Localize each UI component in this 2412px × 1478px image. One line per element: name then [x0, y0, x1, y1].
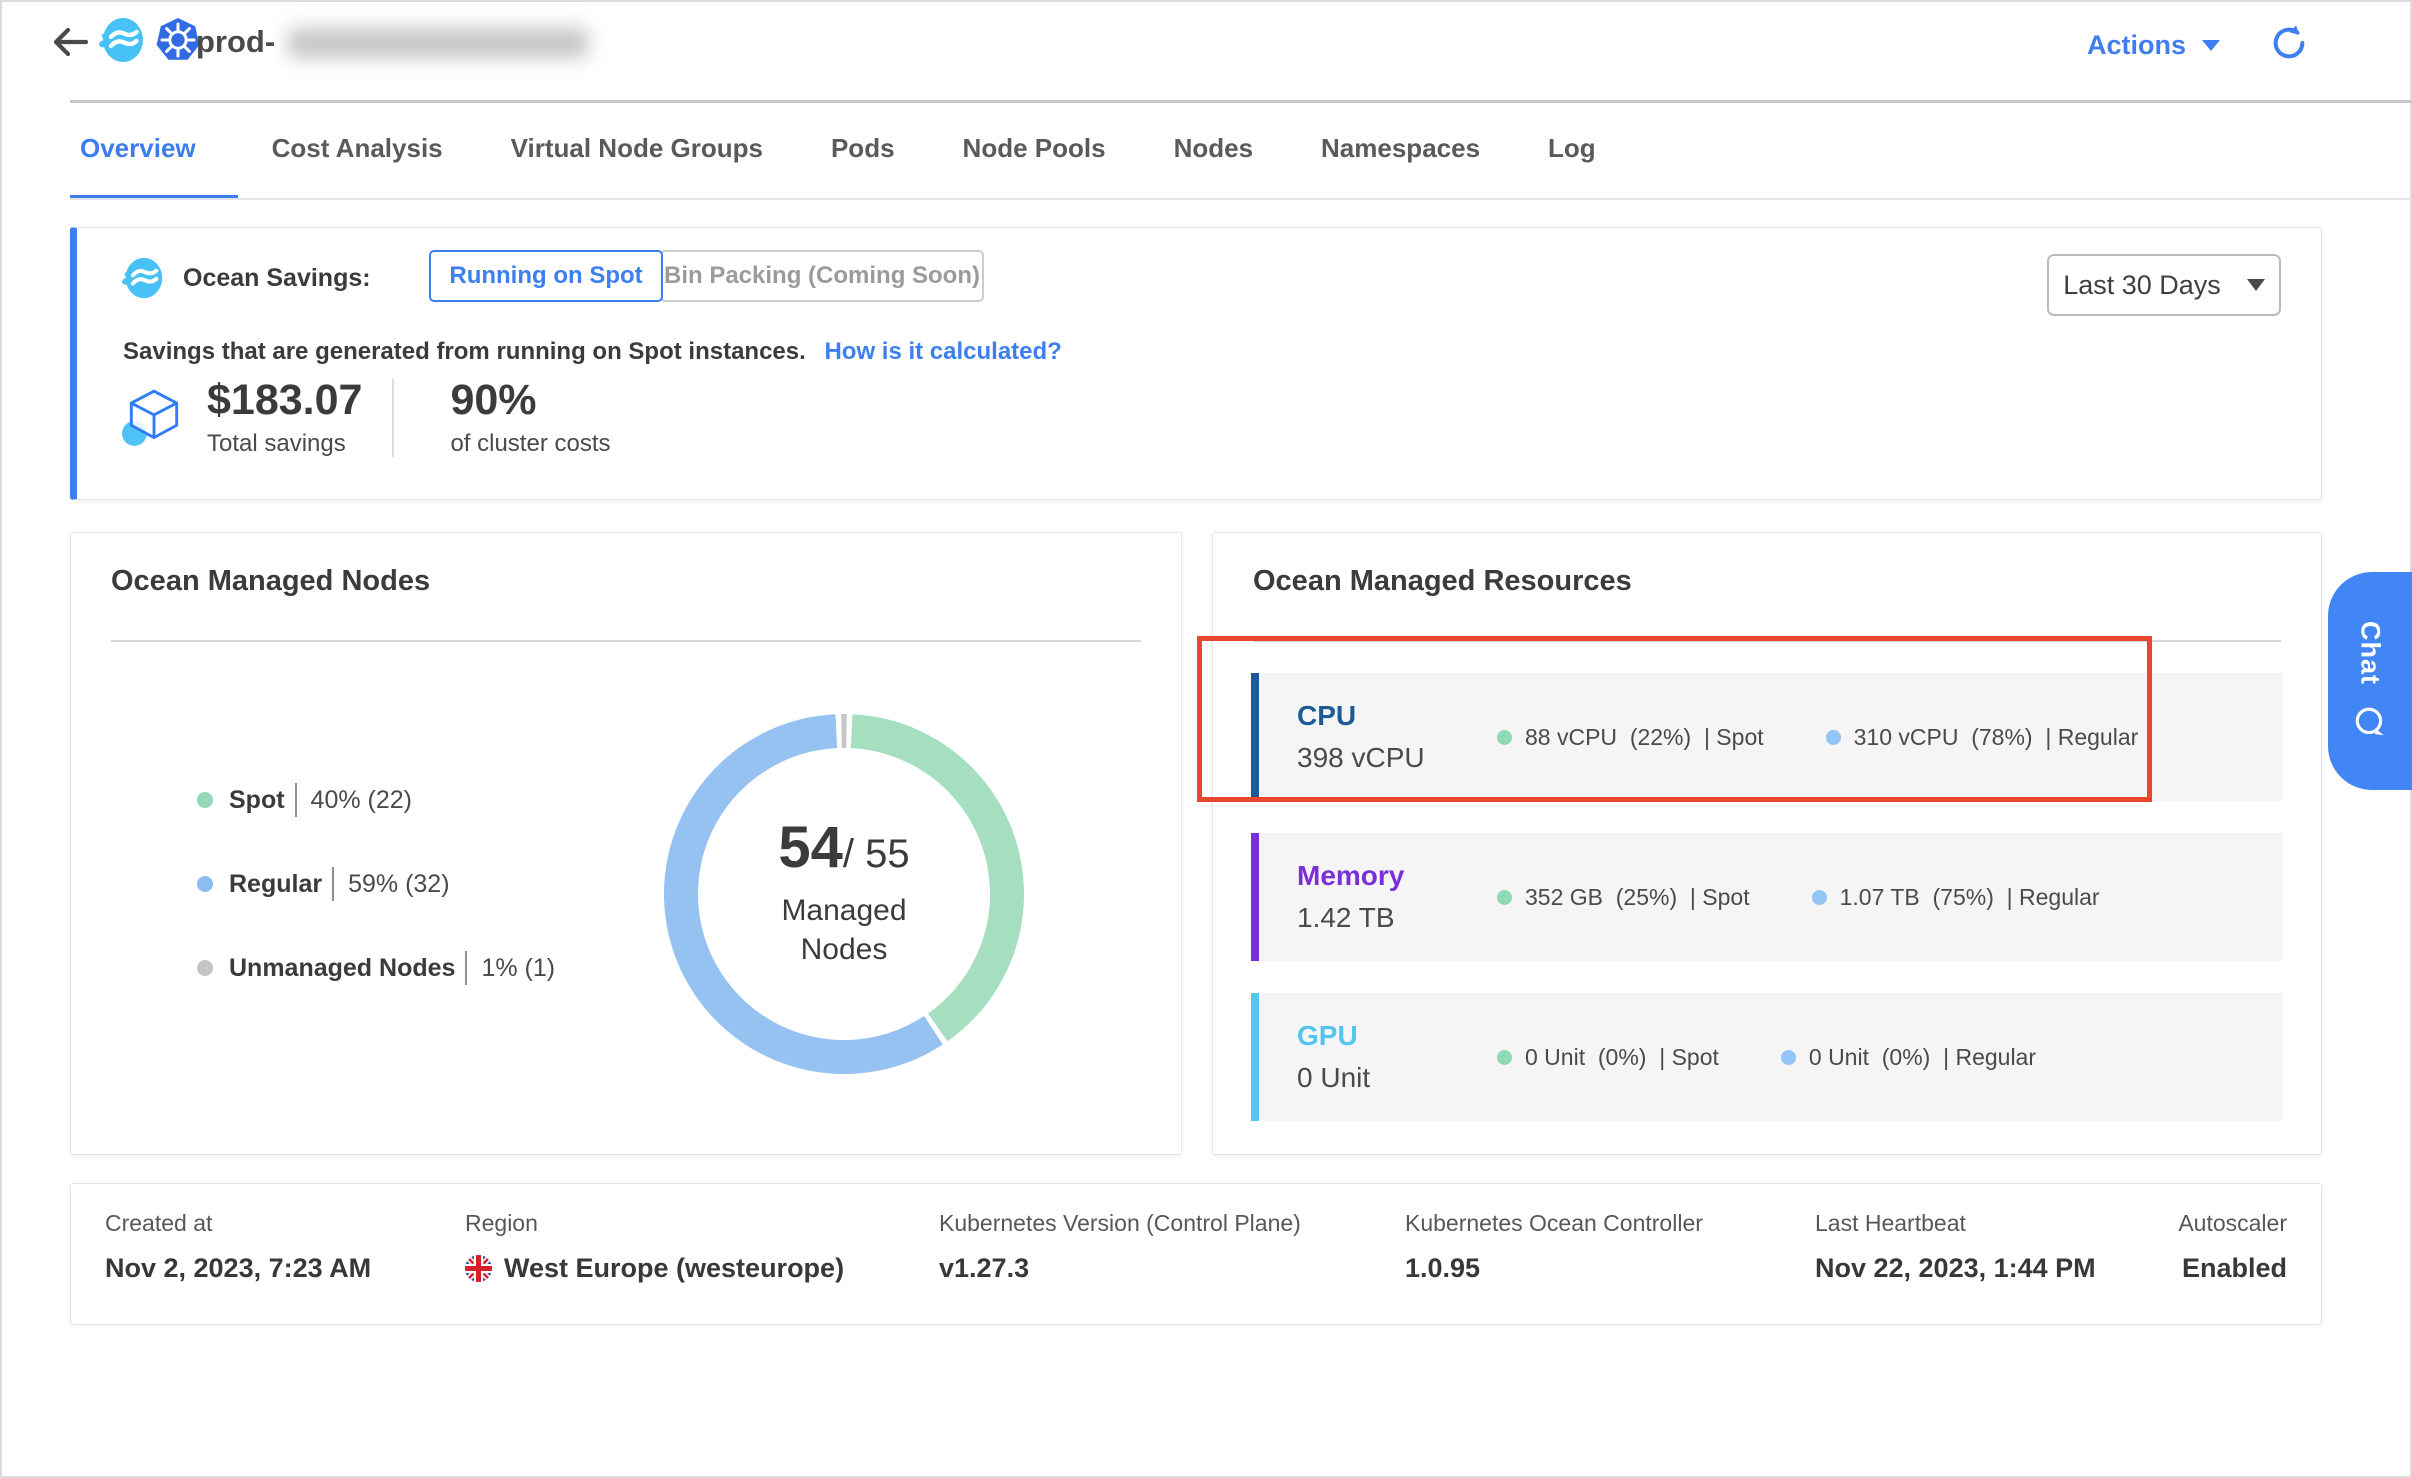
gpu-regular-stat: 0 Unit (0%) | Regular [1781, 1044, 2036, 1071]
cpu-regular-stat: 310 vCPU (78%) | Regular [1826, 724, 2139, 751]
regular-dot-icon [1781, 1050, 1796, 1065]
legend-item-regular: Regular 59% (32) [197, 867, 555, 901]
page-title-redacted-blur [288, 28, 588, 58]
tab-virtual-node-groups[interactable]: Virtual Node Groups [477, 102, 797, 200]
tab-overview[interactable]: Overview [70, 102, 238, 200]
total-savings-value: $183.07 [207, 378, 362, 423]
legend-item-spot: Spot 40% (22) [197, 783, 555, 817]
regular-dot-icon [1826, 730, 1841, 745]
resource-row-gpu: GPU 0 Unit 0 Unit (0%) | Spot 0 Unit (0%… [1251, 993, 2283, 1121]
chevron-down-icon [2247, 279, 2265, 291]
ocean-savings-icon [121, 256, 165, 300]
uk-flag-icon [465, 1255, 492, 1282]
total-savings-label: Total savings [207, 430, 362, 458]
resource-row-cpu: CPU 398 vCPU 88 vCPU (22%) | Spot 310 vC… [1251, 673, 2283, 801]
memory-label: Memory [1297, 860, 1497, 892]
chat-button[interactable]: Chat [2328, 572, 2412, 790]
cpu-spot-stat: 88 vCPU (22%) | Spot [1497, 724, 1764, 751]
cluster-info-footer: Created at Nov 2, 2023, 7:23 AM Region W… [70, 1183, 2322, 1325]
gpu-total: 0 Unit [1297, 1062, 1497, 1094]
cluster-cost-stat: 90% of cluster costs [450, 378, 610, 458]
period-select[interactable]: Last 30 Days [2047, 254, 2281, 316]
resource-row-memory: Memory 1.42 TB 352 GB (25%) | Spot 1.07 … [1251, 833, 2283, 961]
unmanaged-dot-icon [197, 960, 213, 976]
panel-divider [111, 640, 1141, 642]
ocean-savings-label: Ocean Savings: [183, 264, 371, 293]
regular-dot-icon [1812, 890, 1827, 905]
panel-divider [1253, 640, 2281, 642]
chat-bubble-icon [2352, 705, 2388, 741]
region-cell: Region West Europe (westeurope) [465, 1210, 844, 1284]
back-arrow-icon [48, 20, 92, 64]
cpu-label: CPU [1297, 700, 1497, 732]
memory-total: 1.42 TB [1297, 902, 1497, 934]
tab-nodes[interactable]: Nodes [1140, 102, 1287, 200]
tab-node-pools[interactable]: Node Pools [929, 102, 1140, 200]
tab-cost-analysis[interactable]: Cost Analysis [238, 102, 477, 200]
savings-description: Savings that are generated from running … [123, 338, 1062, 366]
chevron-down-icon [2202, 40, 2220, 51]
regular-dot-icon [197, 876, 213, 892]
memory-spot-stat: 352 GB (25%) | Spot [1497, 884, 1750, 911]
running-on-spot-toggle[interactable]: Running on Spot [429, 250, 663, 302]
tab-namespaces[interactable]: Namespaces [1287, 102, 1514, 200]
period-select-value: Last 30 Days [2063, 270, 2221, 301]
gpu-spot-stat: 0 Unit (0%) | Spot [1497, 1044, 1719, 1071]
spot-dot-icon [1497, 1050, 1512, 1065]
savings-cube-icon [121, 385, 187, 451]
ocean-managed-nodes-panel: Ocean Managed Nodes Spot 40% (22) Regula… [70, 532, 1182, 1155]
savings-mode-toggle: Running on Spot Bin Packing (Coming Soon… [429, 250, 984, 302]
managed-nodes-donut-chart [664, 714, 1024, 1074]
k8s-version-cell: Kubernetes Version (Control Plane) v1.27… [939, 1210, 1301, 1284]
page-title: prod- [196, 24, 275, 60]
ocean-cluster-overview-screen: prod- Actions Overview Cost Analysis Vir… [0, 0, 2412, 1478]
cluster-cost-label: of cluster costs [450, 430, 610, 458]
managed-nodes-title: Ocean Managed Nodes [111, 565, 430, 598]
cluster-cost-value: 90% [450, 378, 610, 423]
actions-label: Actions [2087, 30, 2186, 61]
memory-regular-stat: 1.07 TB (75%) | Regular [1812, 884, 2100, 911]
chat-label: Chat [2355, 621, 2386, 685]
donut-legend: Spot 40% (22) Regular 59% (32) Unmanaged… [197, 783, 555, 985]
ocean-logo-icon [98, 16, 146, 64]
actions-button[interactable]: Actions [2087, 30, 2220, 61]
refresh-button[interactable] [2268, 22, 2310, 64]
ocean-savings-panel: Ocean Savings: Running on Spot Bin Packi… [70, 227, 2322, 500]
created-at-cell: Created at Nov 2, 2023, 7:23 AM [105, 1210, 371, 1284]
ocean-controller-cell: Kubernetes Ocean Controller 1.0.95 [1405, 1210, 1703, 1284]
spot-dot-icon [1497, 890, 1512, 905]
cpu-total: 398 vCPU [1297, 742, 1497, 774]
autoscaler-cell: Autoscaler Enabled [2178, 1210, 2287, 1284]
tab-pods[interactable]: Pods [797, 102, 929, 200]
total-savings-stat: $183.07 Total savings [207, 378, 362, 458]
savings-stats: $183.07 Total savings 90% of cluster cos… [121, 378, 611, 458]
last-heartbeat-cell: Last Heartbeat Nov 22, 2023, 1:44 PM [1815, 1210, 2096, 1284]
kubernetes-logo-icon [154, 16, 202, 64]
spot-dot-icon [197, 792, 213, 808]
refresh-icon [2268, 22, 2310, 64]
back-button[interactable] [48, 20, 92, 64]
gpu-label: GPU [1297, 1020, 1497, 1052]
tab-bar-divider [70, 198, 2412, 200]
stat-divider [392, 379, 394, 457]
how-is-it-calculated-link[interactable]: How is it calculated? [824, 338, 1061, 365]
managed-resources-title: Ocean Managed Resources [1253, 565, 1632, 598]
spot-dot-icon [1497, 730, 1512, 745]
tab-bar: Overview Cost Analysis Virtual Node Grou… [70, 102, 2412, 200]
legend-item-unmanaged: Unmanaged Nodes 1% (1) [197, 951, 555, 985]
tab-log[interactable]: Log [1514, 102, 1630, 200]
ocean-managed-resources-panel: Ocean Managed Resources CPU 398 vCPU 88 … [1212, 532, 2322, 1155]
bin-packing-toggle[interactable]: Bin Packing (Coming Soon) [660, 250, 984, 302]
